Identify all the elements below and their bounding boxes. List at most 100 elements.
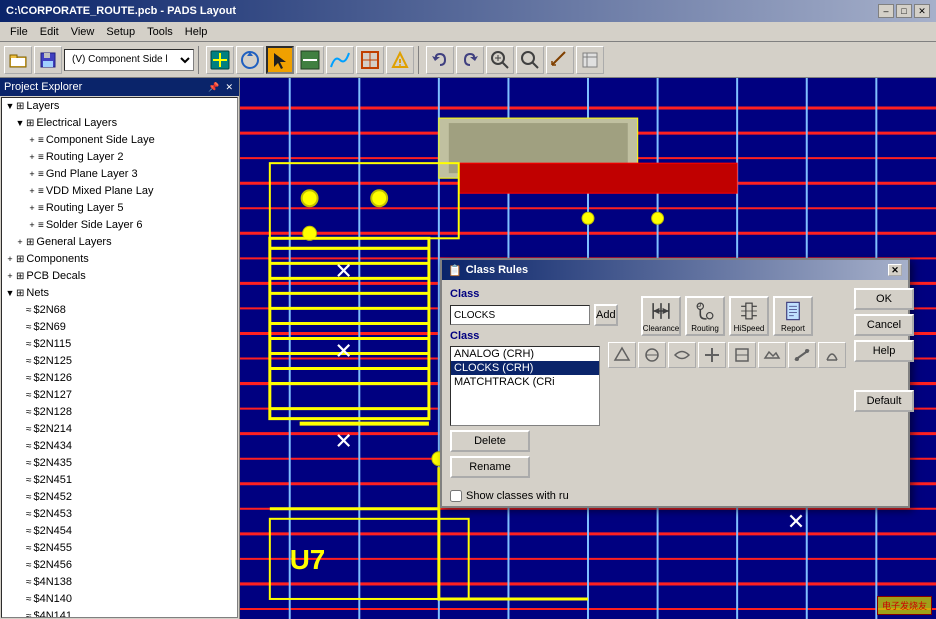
toolbar-redo-btn[interactable]: [456, 46, 484, 74]
default-btn[interactable]: Default: [854, 390, 914, 412]
small-icon-6[interactable]: [758, 342, 786, 368]
tree-label: $2N68: [34, 303, 66, 318]
dialog-title-text: Class Rules: [466, 264, 528, 276]
tree-item-2n434[interactable]: ≈ $2N434: [2, 438, 237, 455]
tree-item-4n138[interactable]: ≈ $4N138: [2, 574, 237, 591]
rename-class-btn[interactable]: Rename: [450, 456, 530, 478]
toolbar-separator-2: [418, 46, 422, 74]
class-name-input[interactable]: [450, 305, 590, 325]
small-icon-3[interactable]: [668, 342, 696, 368]
toolbar-undo-btn[interactable]: [426, 46, 454, 74]
tree-item-solder[interactable]: + ≡ Solder Side Layer 6: [2, 217, 237, 234]
listbox-item-clocks[interactable]: CLOCKS (CRH): [451, 361, 599, 375]
minimize-button[interactable]: –: [878, 4, 894, 18]
listbox-item-analog[interactable]: ANALOG (CRH): [451, 347, 599, 361]
tree-item-2n451[interactable]: ≈ $2N451: [2, 472, 237, 489]
toolbar-measure-btn[interactable]: [546, 46, 574, 74]
routing-btn[interactable]: Routing: [685, 296, 725, 336]
toolbar-refresh-btn[interactable]: [236, 46, 264, 74]
class-listbox[interactable]: ANALOG (CRH) CLOCKS (CRH) MATCHTRACK (CR…: [450, 346, 600, 426]
delete-class-btn[interactable]: Delete: [450, 430, 530, 452]
toolbar-design-btn[interactable]: [206, 46, 234, 74]
sidebar-pin-btn[interactable]: 📌: [206, 82, 221, 93]
net-icon: ≈: [26, 541, 32, 556]
layer-icon: ≡: [38, 184, 44, 199]
tree-item-decals[interactable]: + ⊞ PCB Decals: [2, 268, 237, 285]
toolbar-save-btn[interactable]: [34, 46, 62, 74]
toolbar-route-btn[interactable]: [296, 46, 324, 74]
dialog-close-btn[interactable]: ✕: [888, 264, 902, 276]
tree-item-2n126[interactable]: ≈ $2N126: [2, 370, 237, 387]
tree-item-2n125[interactable]: ≈ $2N125: [2, 353, 237, 370]
tree-item-2n68[interactable]: ≈ $2N68: [2, 302, 237, 319]
ok-btn[interactable]: OK: [854, 288, 914, 310]
listbox-item-matchtrack[interactable]: MATCHTRACK (CRi: [451, 375, 599, 389]
menu-help[interactable]: Help: [179, 24, 214, 40]
net-icon: ≈: [26, 558, 32, 573]
tree-item-vdd[interactable]: + ≡ VDD Mixed Plane Lay: [2, 183, 237, 200]
tree-label: $4N140: [34, 592, 73, 607]
toolbar-select-btn[interactable]: [266, 46, 294, 74]
small-icon-8[interactable]: [818, 342, 846, 368]
toolbar-zoom-fit-btn[interactable]: [516, 46, 544, 74]
tree-item-gen-layers[interactable]: + ⊞ General Layers: [2, 234, 237, 251]
tree-item-4n141[interactable]: ≈ $4N141: [2, 608, 237, 618]
toolbar-place-btn[interactable]: [356, 46, 384, 74]
toolbar-inspect-btn[interactable]: [576, 46, 604, 74]
layer-selector[interactable]: (V) Component Side l: [64, 49, 194, 71]
help-btn[interactable]: Help: [854, 340, 914, 362]
close-button[interactable]: ✕: [914, 4, 930, 18]
sidebar-close-btn[interactable]: ✕: [223, 82, 235, 93]
tree-item-elec-layers[interactable]: ▼ ⊞ Electrical Layers: [2, 115, 237, 132]
small-icon-7[interactable]: [788, 342, 816, 368]
toolbar-trace-btn[interactable]: [326, 46, 354, 74]
class-label-1: Class: [450, 288, 600, 300]
clearance-btn[interactable]: Clearance: [641, 296, 681, 336]
show-classes-checkbox[interactable]: [450, 490, 462, 502]
expand-icon: +: [26, 150, 38, 165]
folder-icon: ⊞: [16, 269, 24, 284]
tree-item-2n455[interactable]: ≈ $2N455: [2, 540, 237, 557]
tree-item-routing2[interactable]: + ≡ Routing Layer 2: [2, 149, 237, 166]
hispeed-btn[interactable]: HiSpeed: [729, 296, 769, 336]
tree-item-nets[interactable]: ▼ ⊞ Nets: [2, 285, 237, 302]
tree-item-2n127[interactable]: ≈ $2N127: [2, 387, 237, 404]
folder-icon: ⊞: [26, 116, 34, 131]
small-icon-4[interactable]: [698, 342, 726, 368]
small-icon-1[interactable]: [608, 342, 636, 368]
layer-icon: ≡: [38, 218, 44, 233]
tree-item-2n453[interactable]: ≈ $2N453: [2, 506, 237, 523]
tree-item-comp-side[interactable]: + ≡ Component Side Laye: [2, 132, 237, 149]
toolbar-zoom-btn[interactable]: [486, 46, 514, 74]
tree-item-routing5[interactable]: + ≡ Routing Layer 5: [2, 200, 237, 217]
maximize-button[interactable]: □: [896, 4, 912, 18]
tree-item-2n115[interactable]: ≈ $2N115: [2, 336, 237, 353]
tree-item-2n454[interactable]: ≈ $2N454: [2, 523, 237, 540]
tree-item-gnd[interactable]: + ≡ Gnd Plane Layer 3: [2, 166, 237, 183]
tree-label: General Layers: [36, 235, 111, 250]
toolbar-open-btn[interactable]: [4, 46, 32, 74]
tree-item-2n69[interactable]: ≈ $2N69: [2, 319, 237, 336]
tree-label: $4N141: [34, 609, 73, 618]
small-icon-5[interactable]: [728, 342, 756, 368]
menu-edit[interactable]: Edit: [34, 24, 65, 40]
cancel-btn[interactable]: Cancel: [854, 314, 914, 336]
tree-item-2n452[interactable]: ≈ $2N452: [2, 489, 237, 506]
tree-item-2n128[interactable]: ≈ $2N128: [2, 404, 237, 421]
report-btn[interactable]: Report: [773, 296, 813, 336]
tree-item-layers[interactable]: ▼ ⊞ Layers: [2, 98, 237, 115]
tree-item-2n456[interactable]: ≈ $2N456: [2, 557, 237, 574]
tree-item-4n140[interactable]: ≈ $4N140: [2, 591, 237, 608]
menu-file[interactable]: File: [4, 24, 34, 40]
tree-item-components[interactable]: + ⊞ Components: [2, 251, 237, 268]
menu-view[interactable]: View: [65, 24, 101, 40]
tree-item-2n214[interactable]: ≈ $2N214: [2, 421, 237, 438]
show-classes-label: Show classes with ru: [466, 490, 569, 502]
menu-setup[interactable]: Setup: [100, 24, 141, 40]
small-icon-2[interactable]: [638, 342, 666, 368]
tree-item-2n435[interactable]: ≈ $2N435: [2, 455, 237, 472]
pcb-canvas[interactable]: U7 ✕ ✕ ✕ ✕ ✕ ✕ ✕ ✕ ✕: [240, 78, 936, 619]
tree-label: $2N454: [34, 524, 73, 539]
menu-tools[interactable]: Tools: [141, 24, 179, 40]
toolbar-drc-btn[interactable]: [386, 46, 414, 74]
